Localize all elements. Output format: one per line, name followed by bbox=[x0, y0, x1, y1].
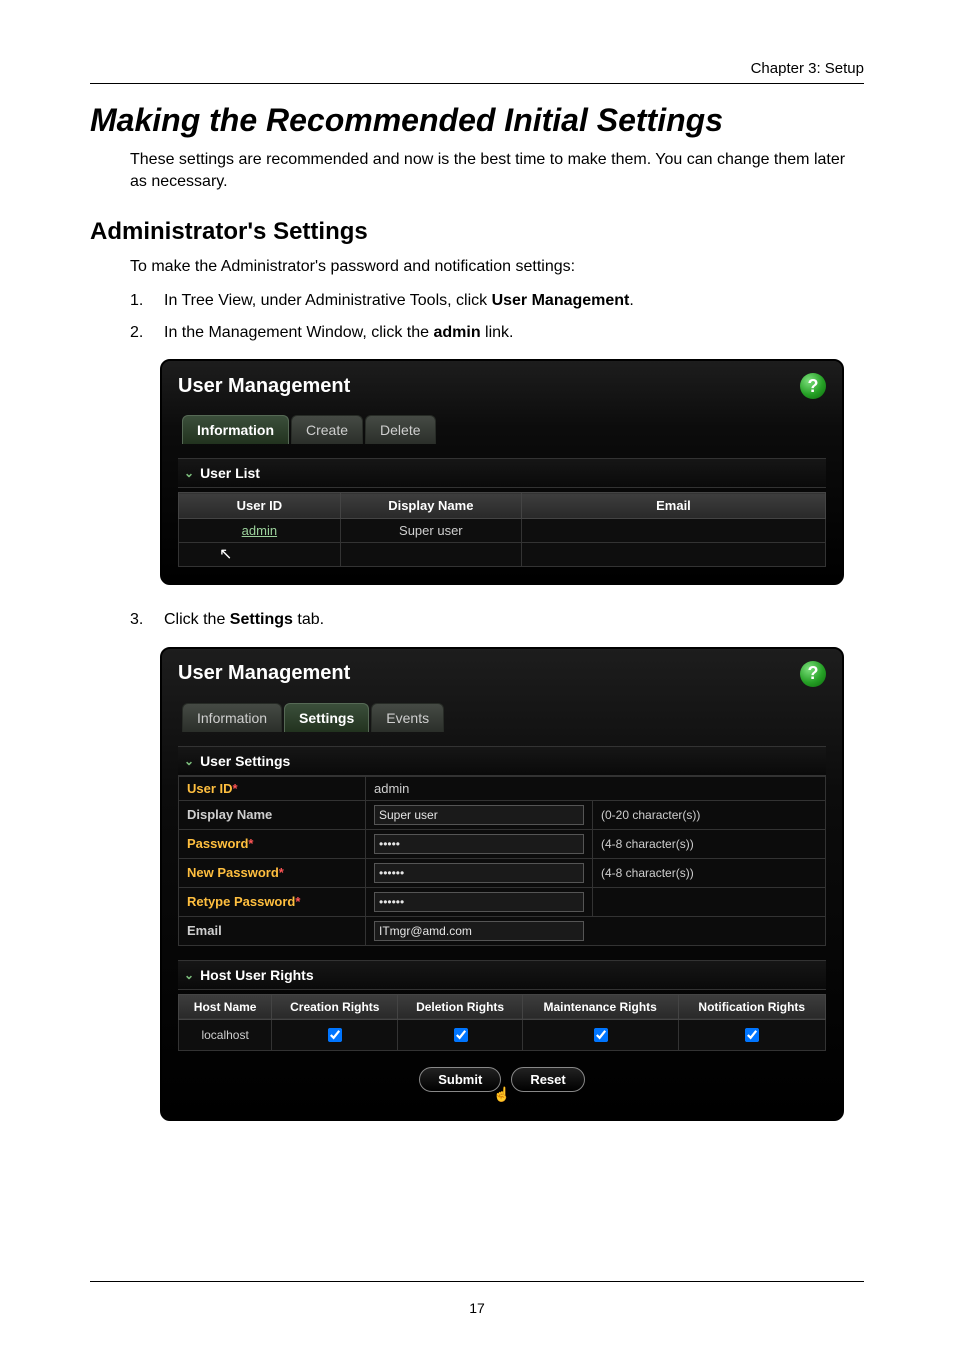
required-star-icon: * bbox=[233, 781, 238, 796]
header-rule bbox=[90, 83, 864, 84]
reset-button[interactable]: Reset bbox=[511, 1067, 584, 1092]
creation-rights-checkbox[interactable] bbox=[328, 1028, 342, 1042]
required-star-icon: * bbox=[295, 894, 300, 909]
required-star-icon: * bbox=[279, 865, 284, 880]
chapter-header: Chapter 3: Setup bbox=[90, 60, 864, 77]
hint-password: (4-8 character(s)) bbox=[601, 837, 694, 851]
step-bold: Settings bbox=[230, 611, 293, 628]
admin-intro: To make the Administrator's password and… bbox=[130, 256, 864, 278]
user-list-label: User List bbox=[200, 465, 260, 481]
step-text: In Tree View, under Administrative Tools… bbox=[164, 292, 492, 309]
display-name-input[interactable] bbox=[374, 805, 584, 825]
tab-settings[interactable]: Settings bbox=[284, 703, 369, 732]
label-display-name: Display Name bbox=[187, 807, 272, 822]
help-icon[interactable]: ? bbox=[800, 661, 826, 687]
step-post: link. bbox=[481, 324, 514, 341]
page-number: 17 bbox=[90, 1300, 864, 1316]
step-post: . bbox=[629, 292, 633, 309]
step-text: In the Management Window, click the bbox=[164, 324, 433, 341]
help-icon[interactable]: ? bbox=[800, 373, 826, 399]
col-notification-rights: Notification Rights bbox=[678, 994, 826, 1019]
col-email: Email bbox=[521, 493, 825, 519]
label-retype-password: Retype Password bbox=[187, 894, 295, 909]
tab-information[interactable]: Information bbox=[182, 703, 282, 732]
intro-paragraph: These settings are recommended and now i… bbox=[130, 149, 864, 194]
step-number: 3. bbox=[130, 607, 164, 633]
user-settings-form: User ID* admin Display Name (0-20 charac… bbox=[178, 776, 826, 946]
user-list-table: User ID Display Name Email admin Super u… bbox=[178, 492, 826, 567]
col-creation-rights: Creation Rights bbox=[272, 994, 398, 1019]
host-user-rights-label: Host User Rights bbox=[200, 967, 314, 983]
step-bold: User Management bbox=[492, 292, 630, 309]
chevron-down-icon: ⌄ bbox=[184, 466, 194, 480]
user-settings-label: User Settings bbox=[200, 753, 290, 769]
admin-link[interactable]: admin bbox=[242, 523, 277, 538]
step-text: Click the bbox=[164, 611, 230, 628]
screenshot-user-management-list: User Management ? Information Create Del… bbox=[160, 359, 844, 585]
panel1-title: User Management bbox=[178, 375, 350, 398]
user-list-header[interactable]: ⌄ User List bbox=[178, 458, 826, 488]
col-maintenance-rights: Maintenance Rights bbox=[522, 994, 678, 1019]
tab-delete[interactable]: Delete bbox=[365, 415, 435, 444]
page-title: Making the Recommended Initial Settings bbox=[90, 102, 864, 139]
host-user-rights-header[interactable]: ⌄ Host User Rights bbox=[178, 960, 826, 990]
new-password-input[interactable] bbox=[374, 863, 584, 883]
value-user-id: admin bbox=[374, 781, 409, 796]
step-number: 2. bbox=[130, 320, 164, 346]
email-input[interactable] bbox=[374, 921, 584, 941]
required-star-icon: * bbox=[248, 836, 253, 851]
step-bold: admin bbox=[433, 324, 480, 341]
label-email: Email bbox=[187, 923, 222, 938]
step-number: 1. bbox=[130, 288, 164, 314]
chevron-down-icon: ⌄ bbox=[184, 968, 194, 982]
step-3: 3. Click the Settings tab. bbox=[130, 607, 864, 633]
label-new-password: New Password bbox=[187, 865, 279, 880]
table-row: localhost bbox=[179, 1019, 826, 1050]
user-settings-header[interactable]: ⌄ User Settings bbox=[178, 746, 826, 776]
step-2: 2. In the Management Window, click the a… bbox=[130, 320, 864, 346]
submit-button[interactable]: Submit bbox=[419, 1067, 501, 1092]
screenshot-user-management-settings: User Management ? Information Settings E… bbox=[160, 647, 844, 1121]
label-password: Password bbox=[187, 836, 248, 851]
footer-rule bbox=[90, 1281, 864, 1282]
retype-password-input[interactable] bbox=[374, 892, 584, 912]
col-host-name: Host Name bbox=[179, 994, 272, 1019]
section-heading-admin: Administrator's Settings bbox=[90, 218, 864, 246]
deletion-rights-checkbox[interactable] bbox=[454, 1028, 468, 1042]
step-1: 1. In Tree View, under Administrative To… bbox=[130, 288, 864, 314]
table-row: admin Super user bbox=[179, 519, 826, 543]
host-user-rights-table: Host Name Creation Rights Deletion Right… bbox=[178, 994, 826, 1051]
chevron-down-icon: ⌄ bbox=[184, 754, 194, 768]
hand-cursor-icon: ☝ bbox=[178, 1086, 826, 1103]
cell-display-name: Super user bbox=[340, 519, 521, 543]
col-deletion-rights: Deletion Rights bbox=[398, 994, 522, 1019]
hint-new-password: (4-8 character(s)) bbox=[601, 866, 694, 880]
panel2-title: User Management bbox=[178, 662, 350, 685]
cursor-row: ↖ bbox=[179, 543, 826, 567]
password-input[interactable] bbox=[374, 834, 584, 854]
tab-create[interactable]: Create bbox=[291, 415, 363, 444]
col-user-id: User ID bbox=[179, 493, 341, 519]
maintenance-rights-checkbox[interactable] bbox=[594, 1028, 608, 1042]
hint-display-name: (0-20 character(s)) bbox=[601, 808, 700, 822]
tab-events[interactable]: Events bbox=[371, 703, 444, 732]
cell-host-name: localhost bbox=[179, 1019, 272, 1050]
pointer-cursor-icon: ↖ bbox=[219, 546, 232, 563]
label-user-id: User ID bbox=[187, 781, 233, 796]
notification-rights-checkbox[interactable] bbox=[745, 1028, 759, 1042]
tab-information[interactable]: Information bbox=[182, 415, 289, 444]
step-post: tab. bbox=[293, 611, 324, 628]
cell-email bbox=[521, 519, 825, 543]
col-display-name: Display Name bbox=[340, 493, 521, 519]
